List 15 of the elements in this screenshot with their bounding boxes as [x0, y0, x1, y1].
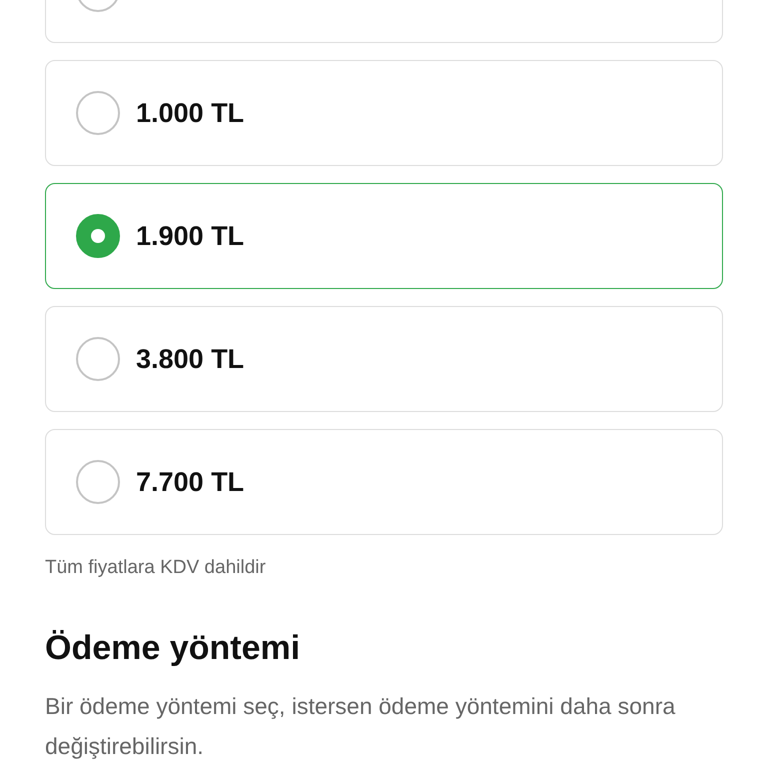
radio-button[interactable] — [76, 91, 120, 135]
radio-button[interactable] — [76, 214, 120, 258]
radio-button[interactable] — [76, 460, 120, 504]
amount-label: 1.900 TL — [136, 220, 244, 252]
section-description: Bir ödeme yöntemi seç, istersen ödeme yöntemini daha sonra değiştirebilirsin. — [45, 692, 676, 761]
amount-option[interactable]: 1.900 TL — [45, 183, 723, 289]
amount-option[interactable]: 1.000 TL — [45, 60, 723, 166]
radio-button[interactable] — [76, 337, 120, 381]
section-heading: Ödeme yöntemi — [45, 629, 302, 668]
amount-label: 3.800 TL — [136, 344, 244, 374]
vat-note: Tüm fiyatlara KDV dahildir — [45, 557, 267, 579]
amount-option[interactable]: 3.800 TL — [45, 306, 723, 412]
amount-option[interactable]: 7.700 TL — [45, 429, 723, 535]
amount-label: 1.000 TL — [136, 98, 244, 128]
amount-label: 7.700 TL — [136, 466, 244, 498]
